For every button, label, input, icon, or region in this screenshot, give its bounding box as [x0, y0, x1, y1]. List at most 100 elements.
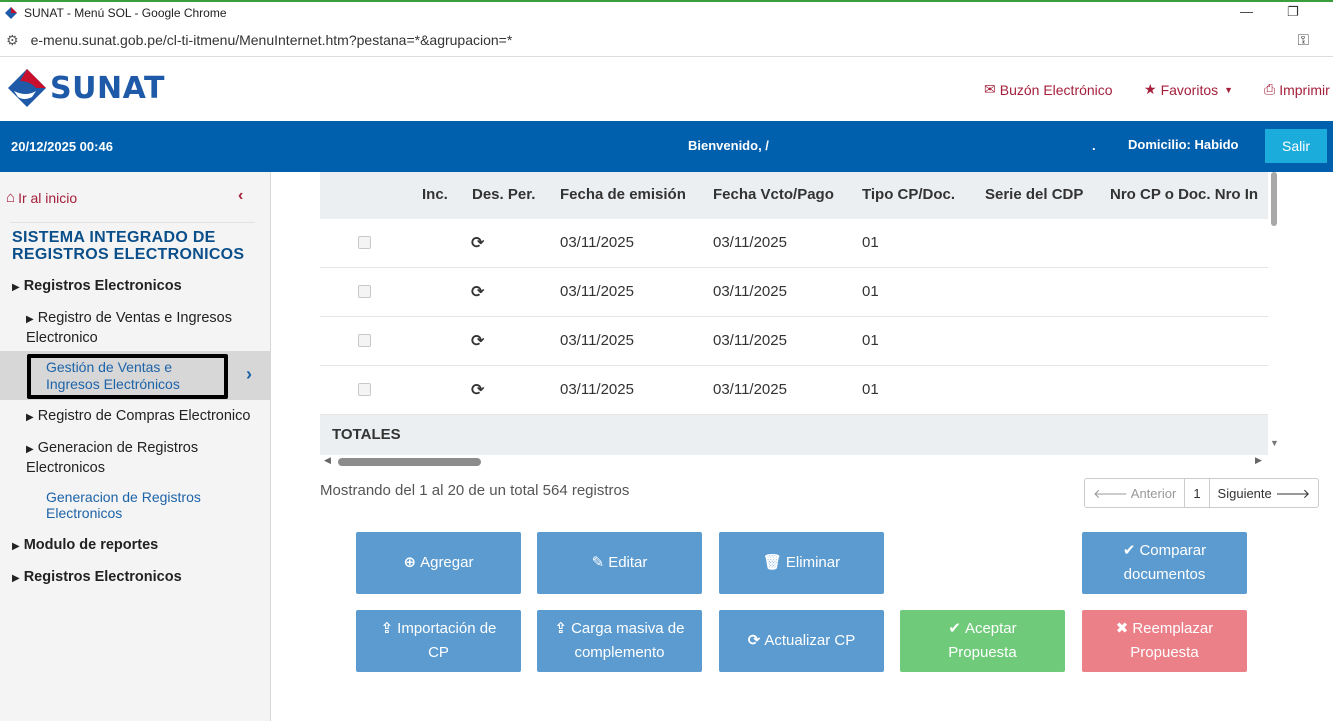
favoritos-label: Favoritos — [1160, 81, 1219, 98]
reemplazar-propuesta-button[interactable]: ✖ Reemplazar Propuesta — [1082, 610, 1247, 672]
minimize-icon[interactable]: — — [1240, 4, 1253, 19]
pencil-icon: ✎ — [591, 554, 605, 571]
arrow-right-icon: 🡒 — [1275, 486, 1311, 501]
scroll-right-icon[interactable]: ▶ — [1255, 455, 1262, 466]
cell-fecha-emision: 03/11/2025 — [560, 283, 634, 300]
password-key-icon[interactable]: ⚿ — [1298, 32, 1309, 49]
logout-button[interactable]: Salir — [1265, 129, 1327, 163]
sidebar-item-registros[interactable]: ▶ Registros Electronicos — [12, 277, 182, 297]
expand-arrow-icon: ▶ — [12, 282, 20, 293]
editar-button[interactable]: ✎ Editar — [537, 532, 702, 594]
trash-icon: 🗑 — [762, 554, 782, 571]
col-serie[interactable]: Serie del CDP — [985, 186, 1083, 203]
upload-icon: ⇪ — [380, 620, 394, 637]
buzon-label: Buzón Electrónico — [999, 81, 1113, 98]
actualizar-cp-button[interactable]: ⟳ Actualizar CP — [719, 610, 884, 672]
sidebar-item-reportes[interactable]: ▶ Modulo de reportes — [12, 536, 158, 556]
sidebar-item-label: Registros Electronicos — [23, 278, 182, 294]
sidebar-item-registros-2[interactable]: ▶ Registros Electronicos — [12, 568, 182, 588]
caret-down-icon: ▼ — [1224, 84, 1234, 95]
expand-arrow-icon: ▶ — [12, 573, 20, 584]
reemplazar-label: Reemplazar Propuesta — [1130, 620, 1214, 661]
next-label: Siguiente — [1217, 486, 1272, 501]
arrow-left-icon: 🡐 — [1093, 486, 1128, 501]
col-fecha-emision[interactable]: Fecha de emisión — [560, 186, 686, 203]
check-icon: ✔ — [1122, 542, 1136, 559]
restore-icon[interactable]: ❐ — [1287, 4, 1299, 20]
totals-row: TOTALES — [320, 415, 1268, 455]
pagination: 🡐 Anterior 1 Siguiente 🡒 — [1084, 478, 1320, 508]
sync-icon[interactable]: ⟳ — [471, 233, 484, 253]
expand-arrow-icon: ▶ — [26, 444, 34, 455]
cell-tipo: 01 — [862, 234, 879, 251]
sunat-logo[interactable]: SUNAT — [6, 67, 165, 109]
sync-icon[interactable]: ⟳ — [471, 282, 484, 302]
agregar-button[interactable]: ⊕ Agregar — [356, 532, 521, 594]
col-fecha-vcto[interactable]: Fecha Vcto/Pago — [713, 186, 834, 203]
home-link[interactable]: ⌂ Ir al inicio — [6, 189, 77, 206]
star-icon: ★ — [1144, 81, 1157, 97]
table-row[interactable]: ⟳ 03/11/2025 03/11/2025 01 — [320, 268, 1268, 317]
url-text[interactable]: e-menu.sunat.gob.pe/cl-ti-itmenu/MenuInt… — [31, 32, 513, 48]
cell-tipo: 01 — [862, 381, 879, 398]
table-row[interactable]: ⟳ 03/11/2025 03/11/2025 01 — [320, 219, 1268, 268]
welcome-text: Bienvenido, / — [688, 138, 769, 153]
browser-titlebar: SUNAT - Menú SOL - Google Chrome — ❐ — [0, 0, 1333, 24]
address-bar[interactable]: ⚙ e-menu.sunat.gob.pe/cl-ti-itmenu/MenuI… — [0, 24, 1333, 57]
sidebar-item-gestion-ventas[interactable]: Gestión de Ventas e Ingresos Electrónico… — [0, 351, 271, 400]
next-page-button[interactable]: Siguiente 🡒 — [1210, 479, 1319, 507]
check-icon: ✔ — [948, 620, 961, 637]
vertical-scrollbar[interactable]: ▼ — [1268, 172, 1280, 455]
row-checkbox[interactable] — [358, 236, 371, 249]
page-number-button[interactable]: 1 — [1185, 479, 1210, 507]
table-row[interactable]: ⟳ 03/11/2025 03/11/2025 01 — [320, 317, 1268, 366]
table-row[interactable]: ⟳ 03/11/2025 03/11/2025 01 — [320, 366, 1268, 415]
col-tipo-cp[interactable]: Tipo CP/Doc. — [862, 186, 955, 203]
sidebar-item-compras[interactable]: ▶ Registro de Compras Electronico — [26, 407, 250, 427]
prev-page-button[interactable]: 🡐 Anterior — [1085, 479, 1186, 507]
eliminar-button[interactable]: 🗑 Eliminar — [719, 532, 884, 594]
agregar-label: Agregar — [420, 554, 474, 571]
horizontal-scrollbar[interactable]: ◀ ▶ — [320, 455, 1268, 468]
row-checkbox[interactable] — [358, 285, 371, 298]
expand-arrow-icon: ▶ — [26, 314, 34, 325]
carga-label: Carga masiva de complemento — [571, 620, 685, 661]
refresh-icon: ⟳ — [747, 632, 761, 649]
comparar-button[interactable]: ✔ Comparar documentos — [1082, 532, 1247, 594]
table-header: Inc. Des. Per. Fecha de emisión Fecha Vc… — [320, 172, 1268, 219]
sidebar-item-ventas[interactable]: ▶ Registro de Ventas e Ingresos Electroni… — [26, 309, 266, 347]
site-settings-icon[interactable]: ⚙ — [6, 32, 19, 49]
scroll-down-icon[interactable]: ▼ — [1270, 438, 1279, 448]
site-header: SUNAT ✉ Buzón Electrónico ★ Favoritos ▼ … — [0, 57, 1333, 121]
user-bar: 20/12/2025 00:46 Bienvenido, / . Domicil… — [0, 121, 1333, 172]
sidebar: ⌂ Ir al inicio ‹ SISTEMA INTEGRADO DE RE… — [0, 172, 271, 721]
pagination-summary: Mostrando del 1 al 20 de un total 564 re… — [320, 482, 630, 499]
sidebar-item-label: Modulo de reportes — [23, 537, 159, 553]
sidebar-item-label: Gestión de Ventas e Ingresos Electrónico… — [46, 359, 180, 392]
favoritos-link[interactable]: ★ Favoritos ▼ — [1144, 81, 1233, 98]
col-des-per[interactable]: Des. Per. — [472, 186, 535, 203]
scroll-left-icon[interactable]: ◀ — [324, 455, 331, 466]
sync-icon[interactable]: ⟳ — [471, 380, 484, 400]
aceptar-propuesta-button[interactable]: ✔ Aceptar Propuesta — [900, 610, 1065, 672]
scroll-thumb[interactable] — [338, 458, 481, 466]
envelope-icon: ✉ — [984, 81, 996, 97]
importacion-label: Importación de CP — [397, 620, 497, 661]
buzon-link[interactable]: ✉ Buzón Electrónico — [984, 81, 1113, 98]
sync-icon[interactable]: ⟳ — [471, 331, 484, 351]
col-nro-cp[interactable]: Nro CP o Doc. Nro In — [1110, 186, 1258, 203]
scroll-thumb[interactable] — [1271, 172, 1277, 226]
cell-tipo: 01 — [862, 332, 879, 349]
actualizar-label: Actualizar CP — [764, 632, 856, 649]
collapse-sidebar-icon[interactable]: ‹ — [238, 187, 243, 205]
separator-dot: . — [1092, 138, 1096, 153]
carga-masiva-button[interactable]: ⇪ Carga masiva de complemento — [537, 610, 702, 672]
row-checkbox[interactable] — [358, 383, 371, 396]
imprimir-label: Imprimir — [1279, 81, 1330, 98]
sidebar-link-generacion[interactable]: Generacion de Registros Electronicos — [46, 489, 226, 521]
importacion-button[interactable]: ⇪ Importación de CP — [356, 610, 521, 672]
row-checkbox[interactable] — [358, 334, 371, 347]
col-inc[interactable]: Inc. — [422, 186, 448, 203]
sidebar-item-generacion[interactable]: ▶ Generacion de Registros Electronicos — [26, 439, 236, 477]
imprimir-link[interactable]: ⎙ Imprimir — [1264, 81, 1330, 98]
